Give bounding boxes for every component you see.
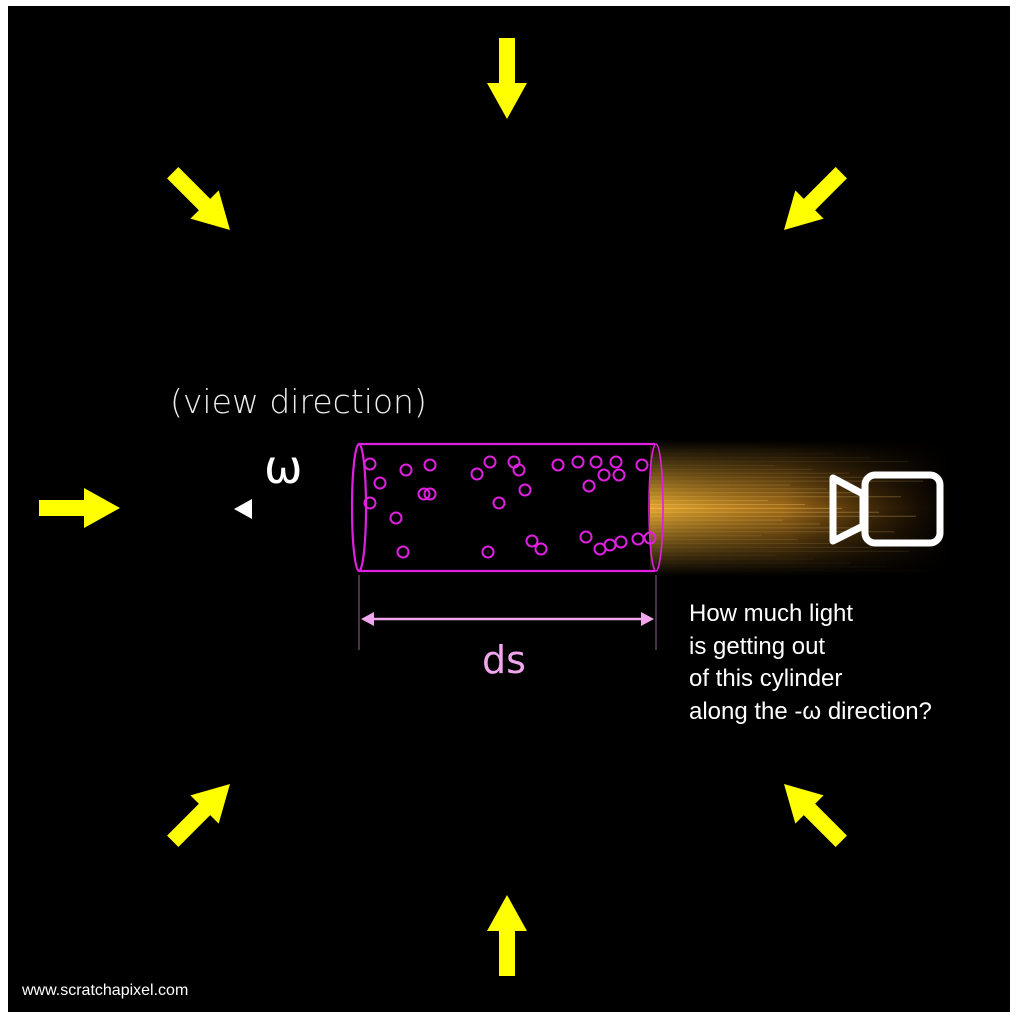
particle xyxy=(518,483,532,497)
omega-label: ω xyxy=(264,440,303,494)
particle xyxy=(470,467,484,481)
particle xyxy=(534,542,548,556)
particle xyxy=(525,534,539,548)
particle xyxy=(373,476,387,490)
particle xyxy=(631,532,645,546)
particle xyxy=(363,457,377,471)
arrow-top-right xyxy=(784,167,847,230)
arrow-bottom-left xyxy=(167,784,230,847)
arrow-left xyxy=(39,488,120,528)
particle xyxy=(609,455,623,469)
particle xyxy=(492,496,506,510)
diagram-canvas: (view direction) ω ds How much light is … xyxy=(8,6,1010,1012)
particle xyxy=(389,511,403,525)
particle xyxy=(571,455,585,469)
particle xyxy=(579,530,593,544)
watermark: www.scratchapixel.com xyxy=(22,982,189,999)
particle xyxy=(603,538,617,552)
diagram-svg xyxy=(39,38,950,976)
particle xyxy=(396,545,410,559)
view-direction-label: (view direction) xyxy=(170,382,427,421)
particle xyxy=(589,455,603,469)
arrow-top-left xyxy=(167,167,230,230)
particle xyxy=(399,463,413,477)
particle xyxy=(551,458,565,472)
question-line-4: along the -ω direction? xyxy=(689,697,932,725)
particle xyxy=(597,468,611,482)
question-line-3: of this cylinder xyxy=(689,665,843,692)
particle xyxy=(612,468,626,482)
question-line-2: is getting out xyxy=(689,632,826,660)
particle xyxy=(423,458,437,472)
arrow-bottom-right xyxy=(784,784,847,847)
question-line-1: How much light xyxy=(689,600,854,627)
arrow-top xyxy=(487,38,527,119)
question-text: How much light is getting out of this cy… xyxy=(689,598,932,728)
particle xyxy=(481,545,495,559)
particle xyxy=(483,455,497,469)
particle xyxy=(614,535,628,549)
arrow-bottom xyxy=(487,895,527,976)
ds-label: ds xyxy=(482,638,526,682)
particle xyxy=(582,479,596,493)
particle xyxy=(635,458,649,472)
